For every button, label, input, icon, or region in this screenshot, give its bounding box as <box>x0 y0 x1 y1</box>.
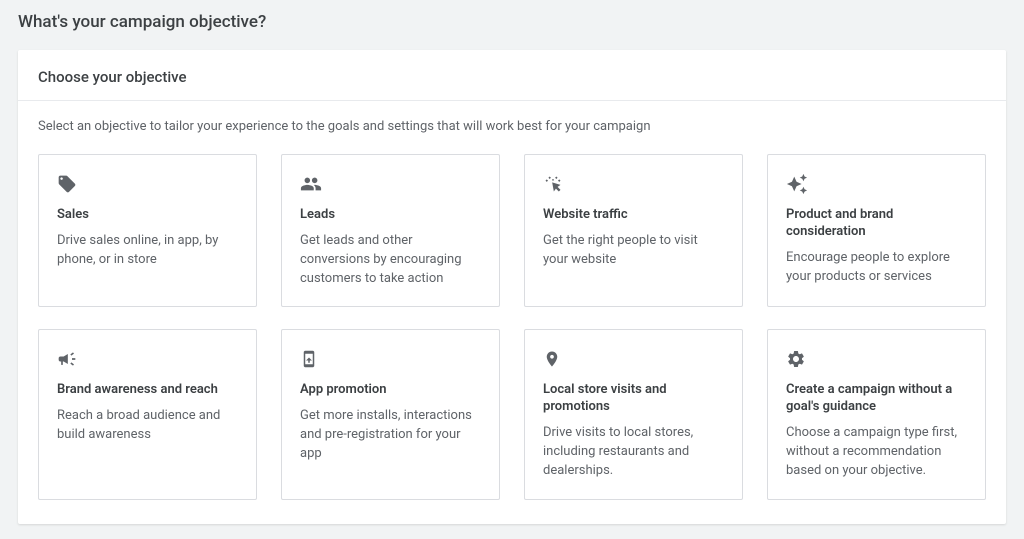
objective-description: Encourage people to explore your product… <box>786 249 967 287</box>
objective-title: App promotion <box>300 382 481 399</box>
objective-title: Brand awareness and reach <box>57 382 238 399</box>
tag-icon <box>57 171 238 197</box>
panel-heading: Choose your objective <box>18 50 1006 101</box>
objective-local-store[interactable]: Local store visits and promotions Drive … <box>524 329 743 499</box>
objective-title: Leads <box>300 207 481 224</box>
page-title: What's your campaign objective? <box>18 12 1006 32</box>
objective-title: Local store visits and promotions <box>543 382 724 416</box>
objective-description: Get more installs, interactions and pre-… <box>300 407 481 464</box>
objective-description: Drive visits to local stores, including … <box>543 424 724 481</box>
objective-app-promotion[interactable]: App promotion Get more installs, interac… <box>281 329 500 499</box>
location-pin-icon <box>543 346 724 372</box>
objective-description: Get leads and other conversions by encou… <box>300 232 481 289</box>
objective-description: Drive sales online, in app, by phone, or… <box>57 232 238 270</box>
objective-title: Create a campaign without a goal's guida… <box>786 382 967 416</box>
panel-help-text: Select an objective to tailor your exper… <box>38 119 986 134</box>
objective-description: Reach a broad audience and build awarene… <box>57 407 238 445</box>
megaphone-icon <box>57 346 238 372</box>
phone-app-icon <box>300 346 481 372</box>
click-icon <box>543 171 724 197</box>
objective-title: Website traffic <box>543 207 724 224</box>
objective-website-traffic[interactable]: Website traffic Get the right people to … <box>524 154 743 307</box>
objective-title: Sales <box>57 207 238 224</box>
objective-no-goal[interactable]: Create a campaign without a goal's guida… <box>767 329 986 499</box>
objective-sales[interactable]: Sales Drive sales online, in app, by pho… <box>38 154 257 307</box>
objectives-grid: Sales Drive sales online, in app, by pho… <box>38 154 986 500</box>
objective-leads[interactable]: Leads Get leads and other conversions by… <box>281 154 500 307</box>
objective-description: Choose a campaign type first, without a … <box>786 424 967 481</box>
objective-title: Product and brand consideration <box>786 207 967 241</box>
objective-description: Get the right people to visit your websi… <box>543 232 724 270</box>
objective-panel: Choose your objective Select an objectiv… <box>18 50 1006 524</box>
people-icon <box>300 171 481 197</box>
objective-brand-awareness[interactable]: Brand awareness and reach Reach a broad … <box>38 329 257 499</box>
gear-icon <box>786 346 967 372</box>
objective-product-brand[interactable]: Product and brand consideration Encourag… <box>767 154 986 307</box>
sparkle-icon <box>786 171 967 197</box>
